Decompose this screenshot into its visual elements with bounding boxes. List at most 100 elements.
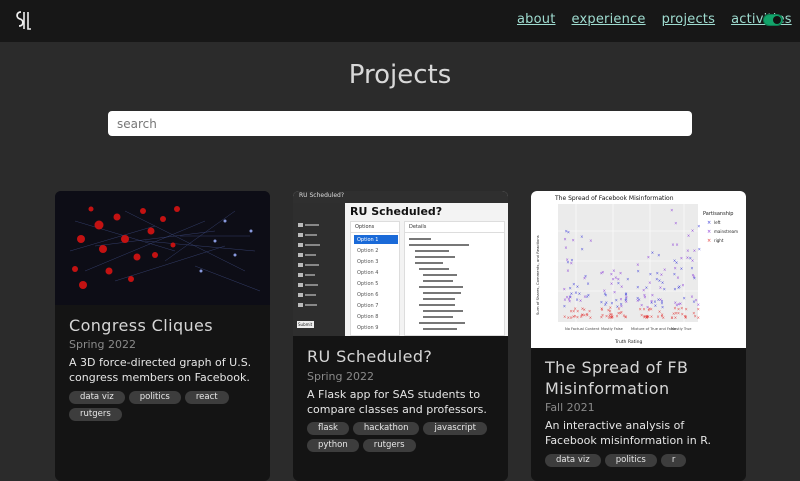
- scatter-marker: ×: [675, 242, 678, 247]
- scatter-marker: ×: [586, 312, 589, 317]
- nav-experience-link[interactable]: experience: [572, 12, 646, 27]
- scatter-marker: ×: [674, 221, 677, 226]
- scatter-marker: ×: [570, 291, 573, 296]
- tag-chip[interactable]: data viz: [69, 391, 125, 404]
- scatter-marker: ×: [610, 281, 613, 286]
- tag-chip[interactable]: politics: [604, 454, 657, 467]
- scatter-marker: ×: [650, 298, 653, 303]
- scatter-marker: ×: [608, 308, 611, 313]
- scatter-marker: ×: [572, 281, 575, 286]
- scatter-marker: ×: [643, 295, 646, 300]
- scatter-marker: ×: [572, 238, 575, 243]
- scatter-marker: ×: [610, 272, 613, 277]
- scatter-marker: ×: [658, 278, 661, 283]
- scatter-marker: ×: [661, 280, 664, 285]
- scatter-marker: ×: [565, 229, 568, 234]
- scatter-marker: ×: [674, 265, 677, 270]
- option-item: Option 8: [357, 314, 379, 320]
- project-card-congress-cliques[interactable]: Congress Cliques Spring 2022 A 3D force-…: [55, 191, 270, 481]
- scatter-marker: ×: [648, 280, 651, 285]
- project-date: Spring 2022: [69, 338, 136, 351]
- plot-title: The Spread of Facebook Misinformation: [554, 195, 674, 202]
- scatter-marker: ×: [570, 257, 573, 262]
- tag-chip[interactable]: javascript: [423, 422, 487, 435]
- scatter-marker: ×: [645, 315, 648, 320]
- scatter-marker: ×: [626, 276, 629, 281]
- theme-toggle[interactable]: [763, 14, 783, 26]
- scatter-marker: ×: [681, 283, 684, 288]
- project-description: A Flask app for SAS students to compare …: [307, 388, 487, 416]
- top-navbar: about experience projects activities: [0, 0, 800, 42]
- project-card-fb-misinformation[interactable]: The Spread of Facebook Misinformation × ×…: [531, 191, 746, 481]
- scatter-marker: ×: [615, 298, 618, 303]
- scatter-marker: ×: [691, 228, 694, 233]
- tag-chip[interactable]: rutgers: [362, 439, 416, 452]
- project-tags: data viz politics react rutgers: [69, 391, 264, 421]
- scatter-marker: ×: [651, 250, 654, 255]
- site-logo[interactable]: [14, 9, 32, 33]
- scatter-marker: ×: [686, 248, 689, 253]
- scatter-marker: ×: [619, 310, 622, 315]
- scatter-marker: ×: [567, 315, 570, 320]
- tag-chip[interactable]: flask: [307, 422, 349, 435]
- scatter-marker: ×: [583, 276, 586, 281]
- project-date: Spring 2022: [307, 370, 374, 383]
- scatter-marker: ×: [663, 287, 666, 292]
- scatter-marker: ×: [649, 271, 652, 276]
- scatter-marker: ×: [697, 224, 700, 229]
- app-titlebar: RU Scheduled?: [293, 191, 508, 203]
- scatter-marker: ×: [613, 290, 616, 295]
- scatter-marker: ×: [656, 271, 659, 276]
- scatter-marker: ×: [619, 270, 622, 275]
- app-title: RU Scheduled?: [299, 192, 345, 199]
- scatter-marker: ×: [636, 262, 639, 267]
- project-title: Congress Cliques: [69, 316, 214, 335]
- scatter-marker: ×: [573, 313, 576, 318]
- scatter-marker: ×: [653, 299, 656, 304]
- project-title: The Spread of FB Misinformation: [545, 358, 689, 398]
- tag-chip[interactable]: hackathon: [352, 422, 420, 435]
- plot-xlabel: Truth Rating: [614, 339, 642, 345]
- scatter-marker: ×: [615, 314, 618, 319]
- scatter-marker: ×: [568, 299, 571, 304]
- x-tick-label: Mostly True: [671, 327, 692, 331]
- option-item: Option 7: [357, 303, 379, 309]
- legend-title: Partisanship: [703, 211, 733, 217]
- scatter-marker: ×: [604, 302, 607, 307]
- app-heading: RU Scheduled?: [350, 205, 443, 218]
- scatter-marker: ×: [586, 281, 589, 286]
- main-nav: about experience projects activities: [517, 12, 792, 27]
- tag-chip[interactable]: politics: [128, 391, 181, 404]
- project-card-ru-scheduled[interactable]: RU Scheduled? Submit RU Scheduled? Optio…: [293, 191, 508, 481]
- tag-chip[interactable]: python: [307, 439, 359, 452]
- scatter-marker: ×: [563, 297, 566, 302]
- option-item: Option 2: [357, 248, 379, 254]
- scatter-marker: ×: [645, 285, 648, 290]
- nav-projects-link[interactable]: projects: [662, 12, 716, 27]
- tag-chip[interactable]: data viz: [545, 454, 601, 467]
- option-item: Option 6: [357, 292, 379, 298]
- scatter-marker: ×: [660, 272, 663, 277]
- tag-chip[interactable]: rutgers: [69, 408, 122, 421]
- tag-chip[interactable]: react: [184, 391, 229, 404]
- scatter-marker: ×: [564, 245, 567, 250]
- scatter-marker: ×: [639, 307, 642, 312]
- toggle-knob: [773, 16, 781, 24]
- details-header: Details: [405, 222, 504, 233]
- scatter-marker: ×: [673, 258, 676, 263]
- scatter-marker: ×: [672, 311, 675, 316]
- scatter-marker: ×: [575, 297, 578, 302]
- scatter-marker: ×: [642, 307, 645, 312]
- scatter-marker: ×: [600, 299, 603, 304]
- scatter-marker: ×: [580, 314, 583, 319]
- tag-chip[interactable]: r: [660, 454, 687, 467]
- scatter-marker: ×: [691, 258, 694, 263]
- scatter-marker: ×: [693, 275, 696, 280]
- search-input[interactable]: [108, 111, 692, 136]
- scatter-marker: ×: [610, 301, 613, 306]
- nav-about-link[interactable]: about: [517, 12, 556, 27]
- scatter-marker: ×: [619, 297, 622, 302]
- project-date: Fall 2021: [545, 401, 595, 414]
- legend-label: mainstream: [714, 229, 738, 234]
- scatter-marker: ×: [620, 302, 623, 307]
